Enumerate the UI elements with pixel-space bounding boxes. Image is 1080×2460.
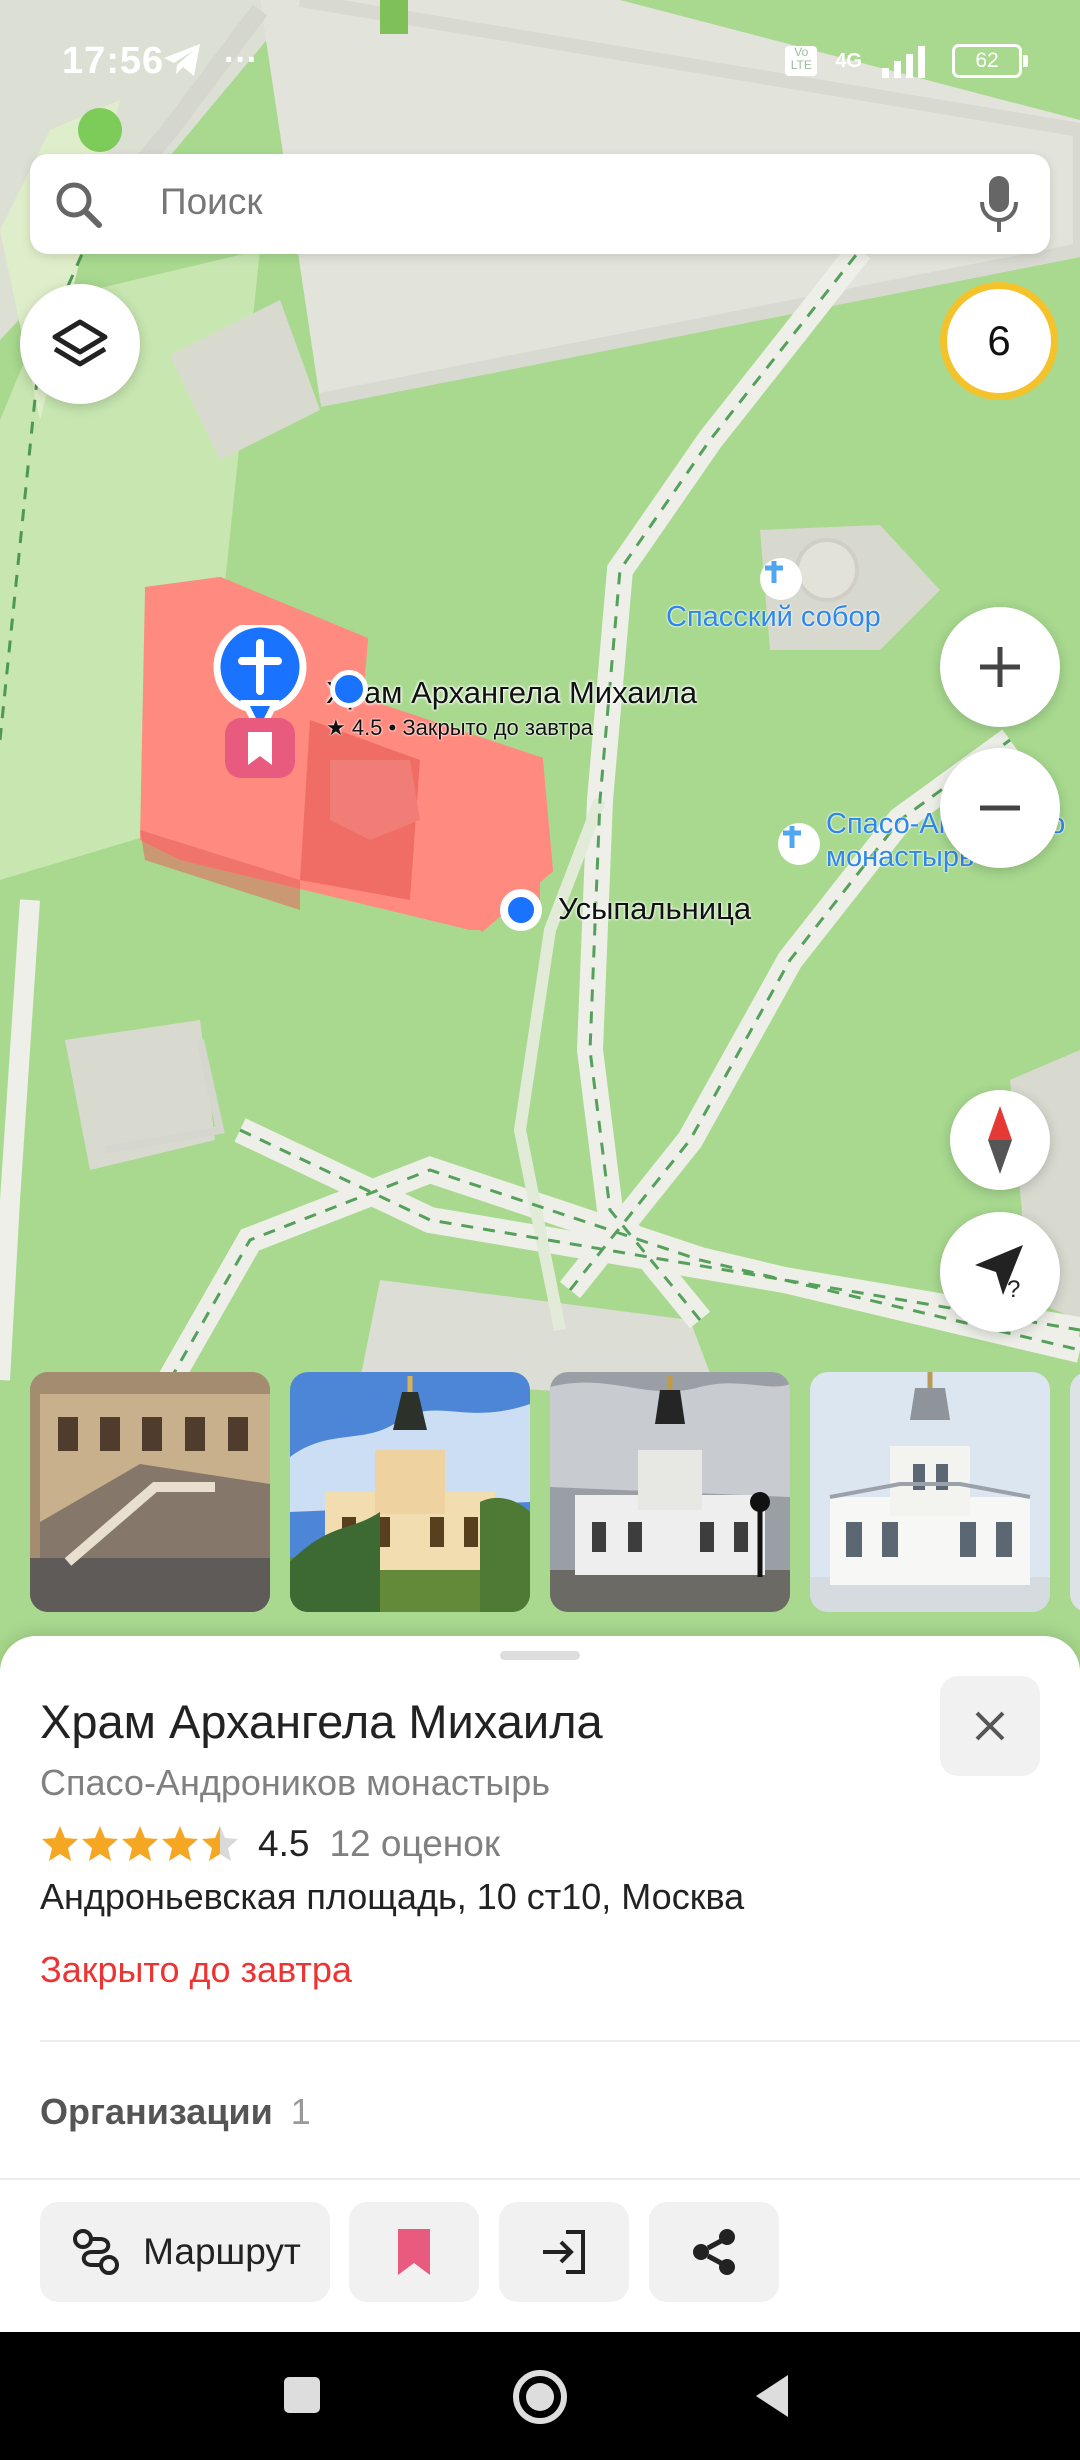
cross-icon (783, 826, 801, 848)
photo-3[interactable] (550, 1372, 790, 1612)
close-icon (975, 1711, 1005, 1741)
layers-icon (52, 319, 108, 367)
photo-carousel[interactable] (30, 1372, 1080, 1612)
church-photo-image (290, 1372, 530, 1612)
photo-5-partial[interactable] (1070, 1372, 1080, 1612)
share-icon (693, 2229, 735, 2275)
sheet-handle[interactable] (500, 1651, 580, 1660)
search-bar[interactable]: Поиск (30, 154, 1050, 254)
home-button[interactable] (510, 2367, 570, 2427)
svg-text:?: ? (1007, 1276, 1020, 1303)
church-photo-image (550, 1372, 790, 1612)
minus-icon (980, 805, 1020, 811)
photo-4[interactable] (810, 1372, 1050, 1612)
section-divider (40, 2040, 1080, 2042)
traffic-level-button[interactable]: 6 (940, 282, 1058, 400)
usypalnitsa-marker[interactable] (500, 889, 542, 931)
selected-place-pin[interactable] (210, 625, 310, 785)
pin-icon (213, 625, 307, 778)
telegram-icon (164, 44, 200, 76)
building-facade-image (30, 1372, 270, 1612)
place-card[interactable]: Храм Архангела Михаила Спасо-Андроников … (0, 1636, 1080, 2332)
selected-place-label[interactable]: Храм Архангела Михаила ★ 4.5 • Закрыто д… (326, 675, 697, 741)
layers-button[interactable] (20, 284, 140, 404)
rating-row[interactable]: 4.5 12 оценок (40, 1816, 500, 1872)
review-count[interactable]: 12 оценок (329, 1823, 500, 1865)
enter-icon (543, 2230, 585, 2274)
battery-level: 62 (975, 49, 999, 72)
network-label: 4G (835, 49, 862, 72)
route-button[interactable]: Маршрут (40, 2202, 330, 2302)
status-time: 17:56 (62, 40, 165, 82)
enter-button[interactable] (499, 2202, 629, 2302)
circle-icon (513, 2370, 567, 2424)
location-arrow-icon: ? (975, 1245, 1023, 1303)
search-icon (56, 182, 102, 228)
photo-2[interactable] (290, 1372, 530, 1612)
spassky-marker (760, 558, 802, 600)
bookmark-icon (398, 2229, 430, 2275)
photo-1[interactable] (30, 1372, 270, 1612)
organizations-row[interactable]: Организации 1 (40, 2091, 311, 2133)
more-notifications-indicator: ··· (224, 40, 258, 79)
back-button[interactable] (748, 2370, 796, 2422)
recent-apps-button[interactable] (280, 2373, 324, 2417)
volte-icon: Vo LTE (785, 46, 818, 76)
route-icon (73, 2229, 120, 2275)
organizations-label: Организации (40, 2091, 273, 2132)
place-address[interactable]: Андроньевская площадь, 10 ст10, Москва (40, 1876, 744, 1918)
microphone-icon[interactable] (978, 174, 1020, 234)
status-right-icons: Vo LTE 4G 62 (785, 44, 1028, 78)
status-bar: 17:56 ··· Vo LTE 4G 62 (0, 0, 1080, 100)
spassky-label: Спасский собор (666, 601, 881, 633)
share-button[interactable] (649, 2202, 779, 2302)
my-location-button[interactable]: ? (940, 1212, 1060, 1332)
church-photo-image (810, 1372, 1050, 1612)
compass-icon (988, 1106, 1012, 1174)
signal-icon (882, 46, 925, 78)
zoom-in-button[interactable] (940, 607, 1060, 727)
selected-place-name: Храм Архангела Михаила (326, 675, 698, 710)
cross-icon (765, 561, 783, 583)
battery-icon: 62 (952, 44, 1028, 78)
monastery-marker[interactable] (778, 823, 820, 865)
search-input[interactable]: Поиск (160, 181, 263, 223)
rating-stars-icon (42, 1826, 238, 1861)
opening-status[interactable]: Закрыто до завтра (40, 1949, 352, 1991)
small-blue-marker (330, 670, 368, 708)
actions-divider (0, 2178, 1080, 2180)
plus-icon (980, 647, 1020, 687)
spassky-label-group[interactable] (760, 558, 802, 600)
close-button[interactable] (940, 1676, 1040, 1776)
usypalnitsa-label: Усыпальница (558, 891, 752, 926)
rating-value: 4.5 (258, 1823, 310, 1864)
zoom-out-button[interactable] (940, 748, 1060, 868)
status-left-icons: ··· (160, 38, 258, 82)
system-navigation-bar (0, 2332, 1080, 2460)
place-title: Храм Архангела Михаила (40, 1695, 603, 1748)
organizations-count: 1 (290, 2091, 311, 2132)
back-triangle-icon (756, 2375, 788, 2417)
square-icon (284, 2377, 320, 2413)
place-subtitle[interactable]: Спасо-Андроников монастырь (40, 1762, 550, 1804)
compass-button[interactable] (950, 1090, 1050, 1190)
save-button[interactable] (349, 2202, 479, 2302)
route-label: Маршрут (143, 2231, 301, 2272)
selected-place-meta: ★ 4.5 • Закрыто до завтра (326, 715, 593, 740)
